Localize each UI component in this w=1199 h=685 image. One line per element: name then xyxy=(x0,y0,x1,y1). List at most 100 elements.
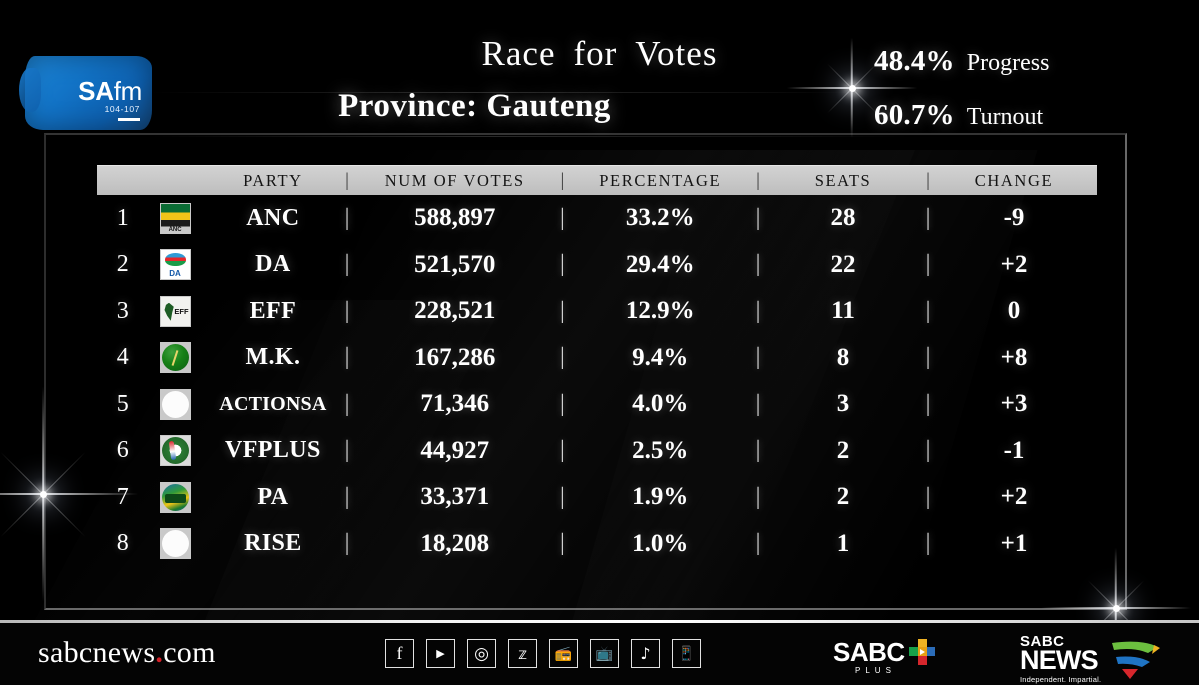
row-party-name: M.K. xyxy=(245,344,301,371)
party-logo-icon xyxy=(159,435,191,467)
safm-wordmark-fm: fm xyxy=(113,76,143,106)
youtube-icon[interactable]: ▶ xyxy=(426,639,455,668)
row-percentage: 9.4% xyxy=(632,343,689,371)
url-prefix: sabcnews xyxy=(38,636,156,669)
footer-bar: sabcnews.com f ▶ ◎ 𝕫 📻 📺 ♪ 📱 SABC PLUS SABC NEW… xyxy=(0,623,1199,685)
header-seats: SEATS xyxy=(814,170,872,190)
row-num-of-votes: 167,286 xyxy=(414,343,496,371)
progress-value: 48.4% xyxy=(874,45,955,77)
row-change: +1 xyxy=(1000,529,1028,557)
turnout-label: Turnout xyxy=(966,104,1044,130)
party-logo-icon xyxy=(159,249,191,281)
row-change: +3 xyxy=(1000,390,1028,418)
header-party: PARTY xyxy=(243,170,303,190)
row-num-of-votes: 228,521 xyxy=(414,297,496,325)
mobile-icon[interactable]: 📱 xyxy=(672,639,701,668)
row-num-of-votes: 521,570 xyxy=(414,250,496,278)
table-row[interactable]: 7 PA | 33,371 | 1.9% | 2 | +2 xyxy=(97,474,1097,521)
title-word: for xyxy=(573,34,618,73)
table-row[interactable]: 1ANC|588,897|33.2%|28|-9 xyxy=(97,195,1097,242)
party-logo-blank xyxy=(148,528,201,560)
row-party-name: EFF xyxy=(249,297,297,324)
table-body: 1ANC|588,897|33.2%|28|-92DA|521,570|29.4… xyxy=(97,195,1097,567)
table-row[interactable]: 5 ACTIONSA | 71,346 | 4.0% | 3 | +3 xyxy=(97,381,1097,428)
row-percentage: 4.0% xyxy=(632,390,689,418)
province-subtitle: Province: Gauteng xyxy=(338,88,611,124)
party-logo-icon xyxy=(159,481,191,513)
row-seats: 8 xyxy=(836,343,850,371)
row-change: +2 xyxy=(1000,250,1028,278)
sabc-plus-logo: SABC PLUS xyxy=(833,637,935,675)
results-table: PARTY | NUM OF VOTES | PERCENTAGE | SEAT… xyxy=(97,165,1097,567)
table-row[interactable]: 3EFF|228,521|12.9%|11|0 xyxy=(97,288,1097,335)
subtitle-container: Province: Gauteng xyxy=(150,88,799,136)
row-seats: 2 xyxy=(836,436,850,464)
x-twitter-icon[interactable]: 𝕫 xyxy=(508,639,537,668)
title-word: Votes xyxy=(635,34,718,73)
row-rank: 5 xyxy=(116,390,129,417)
table-row[interactable]: 6 VFPLUS | 44,927 | 2.5% | 2 | -1 xyxy=(97,428,1097,475)
radio-icon[interactable]: 📻 xyxy=(549,639,578,668)
progress-stat: 48.4% Progress xyxy=(874,45,1049,78)
party-logo-pa xyxy=(148,481,201,513)
row-party-name: RISE xyxy=(244,530,302,557)
row-percentage: 1.9% xyxy=(632,483,689,511)
row-rank: 2 xyxy=(116,251,129,278)
tiktok-icon[interactable]: ♪ xyxy=(631,639,660,668)
party-logo-icon xyxy=(159,342,191,374)
row-change: +8 xyxy=(1000,343,1028,371)
website-url[interactable]: sabcnews.com xyxy=(38,636,216,670)
row-num-of-votes: 44,927 xyxy=(420,436,490,464)
row-num-of-votes: 71,346 xyxy=(420,390,490,418)
table-row[interactable]: 8 RISE | 18,208 | 1.0% | 1 | +1 xyxy=(97,521,1097,568)
party-logo-icon xyxy=(159,295,191,327)
turnout-value: 60.7% xyxy=(874,99,955,131)
row-party-name: DA xyxy=(255,251,291,278)
row-change: 0 xyxy=(1007,297,1021,325)
row-change: -9 xyxy=(1003,204,1025,232)
plus-icon xyxy=(908,639,935,665)
row-percentage: 2.5% xyxy=(632,436,689,464)
sabc-plus-wordmark: SABC xyxy=(833,637,905,667)
party-logo-blank xyxy=(148,388,201,420)
party-logo-icon xyxy=(159,528,191,560)
row-seats: 22 xyxy=(830,250,856,278)
row-rank: 7 xyxy=(116,483,129,510)
row-num-of-votes: 33,371 xyxy=(420,483,490,511)
social-links: f ▶ ◎ 𝕫 📻 📺 ♪ 📱 xyxy=(385,639,701,668)
safm-frequency: 104-107 xyxy=(104,104,140,114)
row-percentage: 29.4% xyxy=(625,250,695,278)
url-suffix: com xyxy=(163,636,216,669)
facebook-icon[interactable]: f xyxy=(385,639,414,668)
instagram-icon[interactable]: ◎ xyxy=(467,639,496,668)
row-seats: 11 xyxy=(831,297,855,325)
row-party-name: ACTIONSA xyxy=(219,392,327,415)
broadcast-graphic: SAfm 104-107 Race for Votes Province: Gaut… xyxy=(0,0,1199,685)
row-num-of-votes: 18,208 xyxy=(420,529,490,557)
party-logo-vf xyxy=(148,435,201,467)
row-party-name: ANC xyxy=(246,204,300,231)
header-change: CHANGE xyxy=(974,170,1054,190)
party-logo-mk xyxy=(148,342,201,374)
row-percentage: 33.2% xyxy=(625,204,695,232)
row-seats: 28 xyxy=(830,204,856,232)
row-rank: 8 xyxy=(116,530,129,557)
safm-wordmark-sa: SA xyxy=(78,76,114,106)
table-row[interactable]: 4 M.K. | 167,286 | 9.4% | 8 | +8 xyxy=(97,335,1097,382)
turnout-stat: 60.7% Turnout xyxy=(874,99,1043,132)
party-logo-anc xyxy=(148,202,201,234)
row-seats: 2 xyxy=(836,483,850,511)
row-rank: 3 xyxy=(116,297,129,324)
row-percentage: 1.0% xyxy=(632,529,689,557)
party-logo-icon xyxy=(159,388,191,420)
table-row[interactable]: 2DA|521,570|29.4%|22|+2 xyxy=(97,242,1097,289)
party-logo-eff xyxy=(148,295,201,327)
row-seats: 3 xyxy=(836,390,850,418)
sabc-news-logo: SABC NEWS Independent. Impartial. xyxy=(1020,633,1160,684)
row-change: +2 xyxy=(1000,483,1028,511)
table-header-row: PARTY | NUM OF VOTES | PERCENTAGE | SEAT… xyxy=(97,165,1097,195)
row-change: -1 xyxy=(1003,436,1025,464)
row-party-name: PA xyxy=(257,483,289,510)
party-logo-da xyxy=(148,249,201,281)
tv-icon[interactable]: 📺 xyxy=(590,639,619,668)
